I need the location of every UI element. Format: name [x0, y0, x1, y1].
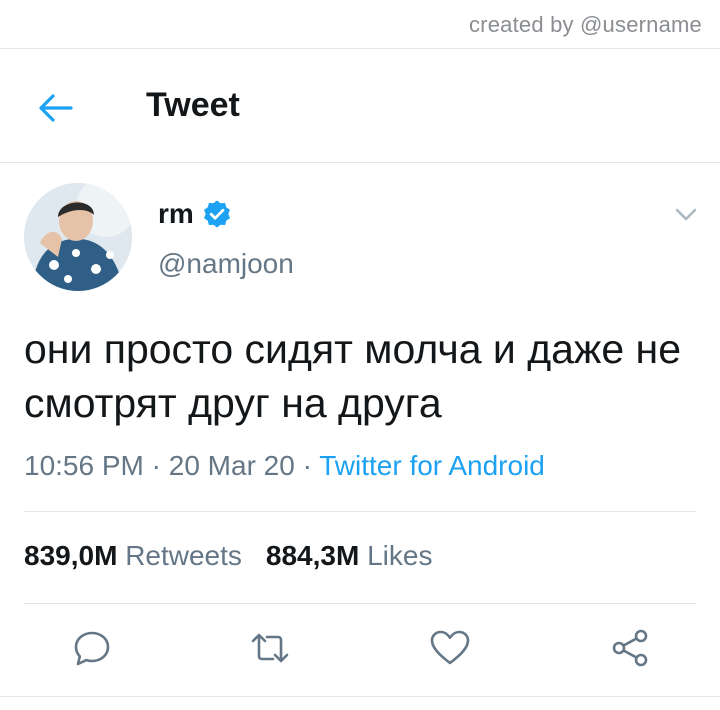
- likes-count: 884,3M: [265, 540, 360, 571]
- likes-label: Likes: [367, 540, 433, 571]
- meta-separator: ·: [151, 450, 161, 481]
- retweet-icon: [251, 633, 289, 663]
- top-bar: Tweet: [0, 50, 720, 162]
- arrow-left-icon: [39, 94, 73, 122]
- avatar[interactable]: [24, 183, 132, 291]
- tweet-text: они просто сидят молча и даже не смотрят…: [24, 326, 682, 426]
- tweet-source-link[interactable]: Twitter for Android: [319, 450, 545, 481]
- share-icon: [612, 629, 648, 667]
- divider: [0, 696, 720, 697]
- verified-badge-icon: [203, 200, 230, 228]
- author-handle[interactable]: @namjoon: [158, 248, 294, 280]
- page-title: Tweet: [146, 86, 240, 124]
- retweets-label: Retweets: [125, 540, 242, 571]
- reply-icon: [74, 631, 110, 666]
- avatar-image: [24, 183, 132, 291]
- meta-separator: ·: [302, 450, 312, 481]
- like-button[interactable]: [428, 626, 472, 670]
- divider: [0, 162, 720, 163]
- divider: [0, 48, 720, 49]
- chevron-down-icon[interactable]: [674, 204, 698, 224]
- retweet-button[interactable]: [248, 626, 292, 670]
- display-name[interactable]: rm: [158, 198, 194, 230]
- watermark: created by @username: [468, 12, 702, 37]
- back-button[interactable]: [32, 88, 78, 128]
- author-name-row: rm: [158, 198, 232, 230]
- tweet-date: 20 Mar 20: [168, 450, 295, 481]
- tweet-stats: 839,0M Retweets 884,3M Likes: [24, 540, 432, 572]
- retweets-count: 839,0M: [24, 540, 118, 571]
- tweet-meta: 10:56 PM · 20 Mar 20 · Twitter for Andro…: [24, 450, 545, 482]
- share-button[interactable]: [608, 626, 652, 670]
- retweets-stat[interactable]: 839,0M Retweets: [24, 540, 242, 571]
- likes-stat[interactable]: 884,3M Likes: [266, 540, 433, 571]
- tweet-time: 10:56 PM: [24, 450, 144, 481]
- heart-icon: [430, 630, 470, 665]
- reply-button[interactable]: [70, 626, 114, 670]
- divider: [24, 511, 696, 512]
- divider: [24, 603, 696, 604]
- tweet-actions: [0, 626, 720, 674]
